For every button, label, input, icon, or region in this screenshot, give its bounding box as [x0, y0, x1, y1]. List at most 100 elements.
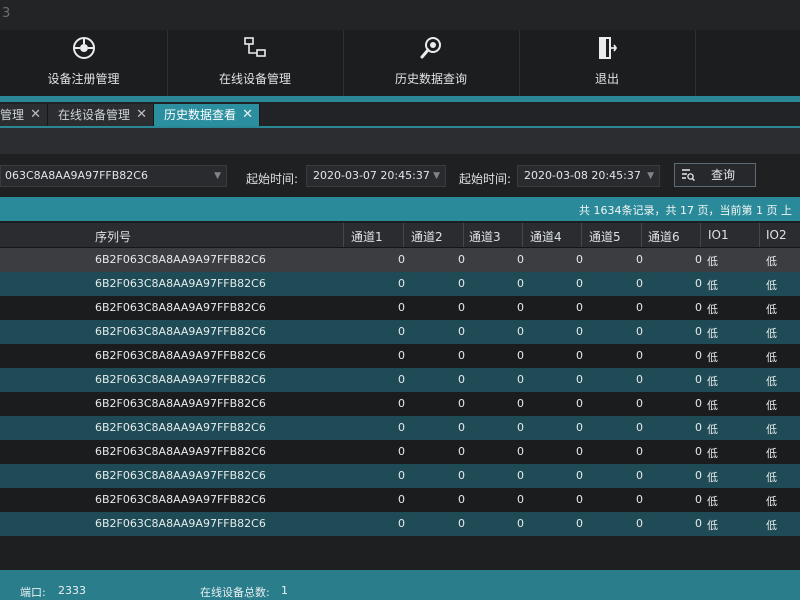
table-row[interactable]: 6B2F063C8A8AA9A97FFB82C6 0 0 0 0 0 0 低 低	[0, 368, 800, 392]
table-row[interactable]: 6B2F063C8A8AA9A97FFB82C6 0 0 0 0 0 0 低 低	[0, 320, 800, 344]
network-devices-icon	[244, 37, 266, 57]
cell-ch6: 0	[695, 397, 702, 410]
table-row[interactable]: 6B2F063C8A8AA9A97FFB82C6 0 0 0 0 0 0 低 低	[0, 512, 800, 536]
col-ch2[interactable]: 通道2	[411, 228, 443, 245]
cell-ch3: 0	[517, 253, 524, 266]
cell-serial: 6B2F063C8A8AA9A97FFB82C6	[95, 325, 266, 338]
cell-io2: 低	[766, 471, 777, 484]
cell-ch4: 0	[576, 469, 583, 482]
close-icon[interactable]: ✕	[136, 104, 147, 126]
cell-serial: 6B2F063C8A8AA9A97FFB82C6	[95, 349, 266, 362]
cell-serial: 6B2F063C8A8AA9A97FFB82C6	[95, 397, 266, 410]
cell-ch1: 0	[398, 445, 405, 458]
tab-label: 管理	[0, 108, 25, 122]
cell-ch4: 0	[576, 349, 583, 362]
cell-serial: 6B2F063C8A8AA9A97FFB82C6	[95, 301, 266, 314]
query-button[interactable]: 查询	[674, 163, 756, 187]
pagination-text: 共 1634条记录，共 17 页，当前第 1 页 上	[579, 204, 792, 217]
cell-io1: 低	[707, 255, 718, 268]
cell-ch5: 0	[636, 277, 643, 290]
online-devices-button[interactable]: 在线设备管理	[167, 30, 344, 96]
cell-io2: 低	[766, 255, 777, 268]
cell-ch2: 0	[458, 469, 465, 482]
serial-select[interactable]: 063C8A8AA9A97FFB82C6 ▼	[0, 165, 227, 187]
cell-ch3: 0	[517, 325, 524, 338]
cell-ch5: 0	[636, 397, 643, 410]
col-ch5[interactable]: 通道5	[589, 228, 621, 245]
col-io1[interactable]: IO1	[708, 228, 729, 242]
cell-ch3: 0	[517, 469, 524, 482]
cell-ch4: 0	[576, 301, 583, 314]
cell-ch1: 0	[398, 301, 405, 314]
tab-device-manage[interactable]: 管理 ✕	[0, 104, 48, 126]
exit-button[interactable]: 退出	[519, 30, 696, 96]
close-icon[interactable]: ✕	[242, 104, 253, 126]
cell-ch4: 0	[576, 325, 583, 338]
tab-history-data[interactable]: 历史数据查看 ✕	[154, 104, 260, 126]
cell-ch5: 0	[636, 349, 643, 362]
cell-io1: 低	[707, 423, 718, 436]
table-row[interactable]: 6B2F063C8A8AA9A97FFB82C6 0 0 0 0 0 0 低 低	[0, 272, 800, 296]
table-row[interactable]: 6B2F063C8A8AA9A97FFB82C6 0 0 0 0 0 0 低 低	[0, 464, 800, 488]
col-ch1[interactable]: 通道1	[351, 228, 383, 245]
cell-ch2: 0	[458, 325, 465, 338]
col-ch6[interactable]: 通道6	[648, 228, 680, 245]
cell-ch4: 0	[576, 493, 583, 506]
table-row[interactable]: 6B2F063C8A8AA9A97FFB82C6 0 0 0 0 0 0 低 低	[0, 392, 800, 416]
close-icon[interactable]: ✕	[30, 104, 41, 126]
cell-serial: 6B2F063C8A8AA9A97FFB82C6	[95, 253, 266, 266]
end-time-value: 2020-03-08 20:45:37	[524, 169, 641, 182]
column-divider	[463, 223, 464, 247]
table-row[interactable]: 6B2F063C8A8AA9A97FFB82C6 0 0 0 0 0 0 低 低	[0, 416, 800, 440]
col-serial[interactable]: 序列号	[95, 228, 131, 245]
column-divider	[522, 223, 523, 247]
main-toolbar: 设备注册管理 在线设备管理 历史数据查询 退出	[0, 30, 800, 97]
exit-door-icon	[599, 37, 618, 59]
col-ch3[interactable]: 通道3	[469, 228, 501, 245]
table-row[interactable]: 6B2F063C8A8AA9A97FFB82C6 0 0 0 0 0 0 低 低	[0, 488, 800, 512]
cell-ch1: 0	[398, 373, 405, 386]
history-query-button[interactable]: 历史数据查询	[343, 30, 520, 96]
cell-ch3: 0	[517, 517, 524, 530]
history-query-label: 历史数据查询	[394, 72, 467, 86]
cell-ch2: 0	[458, 493, 465, 506]
cell-ch3: 0	[517, 349, 524, 362]
cell-io2: 低	[766, 327, 777, 340]
cell-io1: 低	[707, 471, 718, 484]
table-header: 序列号 通道1 通道2 通道3 通道4 通道5 通道6 IO1 IO2	[0, 223, 800, 248]
table-row[interactable]: 6B2F063C8A8AA9A97FFB82C6 0 0 0 0 0 0 低 低	[0, 344, 800, 368]
cell-ch4: 0	[576, 517, 583, 530]
cell-io1: 低	[707, 375, 718, 388]
cell-ch6: 0	[695, 421, 702, 434]
cell-ch1: 0	[398, 325, 405, 338]
tab-label: 历史数据查看	[164, 108, 237, 122]
online-devices-label: 在线设备管理	[218, 72, 291, 86]
tab-label: 在线设备管理	[58, 108, 131, 122]
device-register-icon	[72, 37, 95, 59]
cell-ch3: 0	[517, 421, 524, 434]
col-io2[interactable]: IO2	[766, 228, 787, 242]
tab-strip: 管理 ✕ 在线设备管理 ✕ 历史数据查看 ✕	[0, 102, 800, 128]
cell-ch3: 0	[517, 373, 524, 386]
table-row[interactable]: 6B2F063C8A8AA9A97FFB82C6 0 0 0 0 0 0 低 低	[0, 296, 800, 320]
cell-ch1: 0	[398, 421, 405, 434]
cell-ch5: 0	[636, 493, 643, 506]
cell-ch2: 0	[458, 397, 465, 410]
cell-serial: 6B2F063C8A8AA9A97FFB82C6	[95, 445, 266, 458]
cell-io2: 低	[766, 375, 777, 388]
cell-ch6: 0	[695, 253, 702, 266]
table-row[interactable]: 6B2F063C8A8AA9A97FFB82C6 0 0 0 0 0 0 低 低	[0, 440, 800, 464]
cell-ch2: 0	[458, 517, 465, 530]
cell-ch4: 0	[576, 253, 583, 266]
cell-io2: 低	[766, 279, 777, 292]
cell-ch1: 0	[398, 397, 405, 410]
cell-ch5: 0	[636, 421, 643, 434]
device-register-button[interactable]: 设备注册管理	[0, 30, 168, 96]
cell-ch4: 0	[576, 421, 583, 434]
cell-io2: 低	[766, 495, 777, 508]
end-time-picker[interactable]: 2020-03-08 20:45:37 ▼	[517, 165, 660, 187]
col-ch4[interactable]: 通道4	[530, 228, 562, 245]
tab-online-devices[interactable]: 在线设备管理 ✕	[48, 104, 154, 126]
table-row[interactable]: 6B2F063C8A8AA9A97FFB82C6 0 0 0 0 0 0 低 低	[0, 248, 800, 272]
start-time-picker[interactable]: 2020-03-07 20:45:37 ▼	[306, 165, 446, 187]
